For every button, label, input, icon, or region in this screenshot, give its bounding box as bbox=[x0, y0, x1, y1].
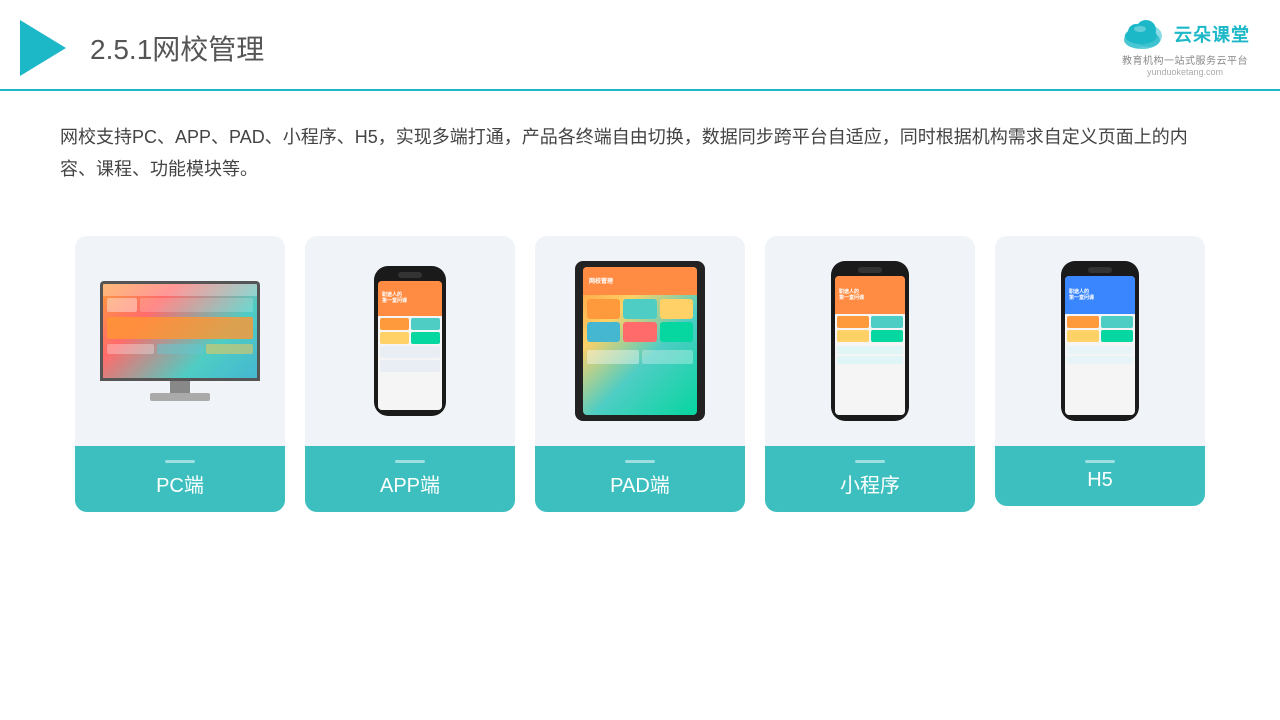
phone-mockup-app: 职途人的第一堂问课 bbox=[374, 266, 446, 416]
phone-screen-h5: 职途人的第一堂问课 bbox=[1065, 276, 1135, 415]
logo-url: yunduoketang.com bbox=[1147, 67, 1223, 77]
phone-notch-h5 bbox=[1088, 267, 1112, 273]
phone-mockup-miniapp: 职途人的第一堂问课 bbox=[831, 261, 909, 421]
header: 2.5.1网校管理 云朵课堂 教育机构一站式服务云平台 yunduoketang… bbox=[0, 0, 1280, 91]
phone-notch bbox=[398, 272, 422, 278]
logo-area: 云朵课堂 教育机构一站式服务云平台 yunduoketang.com bbox=[1120, 18, 1250, 77]
description-content: 网校支持PC、APP、PAD、小程序、H5，实现多端打通，产品各终端自由切换，数… bbox=[60, 121, 1220, 186]
card-pad-label: PAD端 bbox=[535, 446, 745, 512]
card-h5-label: H5 bbox=[995, 446, 1205, 506]
logo-cloud: 云朵课堂 bbox=[1120, 18, 1250, 50]
title-prefix: 2.5.1 bbox=[90, 34, 152, 65]
logo-subtitle: 教育机构一站式服务云平台 bbox=[1122, 52, 1248, 67]
card-miniapp: 职途人的第一堂问课 bbox=[765, 236, 975, 512]
play-icon bbox=[20, 20, 66, 76]
card-h5: 职途人的第一堂问课 bbox=[995, 236, 1205, 506]
cloud-icon bbox=[1120, 18, 1168, 50]
tablet-mockup: 网校管理 bbox=[575, 261, 705, 421]
pc-mockup bbox=[100, 281, 260, 401]
phone-notch-miniapp bbox=[858, 267, 882, 273]
pc-base bbox=[150, 393, 210, 401]
tablet-screen: 网校管理 bbox=[583, 267, 697, 415]
phone-mockup-h5: 职途人的第一堂问课 bbox=[1061, 261, 1139, 421]
description-text: 网校支持PC、APP、PAD、小程序、H5，实现多端打通，产品各终端自由切换，数… bbox=[0, 91, 1280, 206]
pc-neck bbox=[170, 381, 190, 393]
card-app: 职途人的第一堂问课 bbox=[305, 236, 515, 512]
phone-screen-miniapp: 职途人的第一堂问课 bbox=[835, 276, 905, 415]
card-pc: PC端 bbox=[75, 236, 285, 512]
card-miniapp-label: 小程序 bbox=[765, 446, 975, 512]
card-app-label: APP端 bbox=[305, 446, 515, 512]
card-pc-image bbox=[75, 236, 285, 446]
cards-container: PC端 职途人的第一堂问课 bbox=[0, 216, 1280, 532]
phone-screen-app: 职途人的第一堂问课 bbox=[378, 281, 442, 410]
logo-text: 云朵课堂 bbox=[1174, 21, 1250, 47]
card-pad-image: 网校管理 bbox=[535, 236, 745, 446]
card-pc-label: PC端 bbox=[75, 446, 285, 512]
pc-screen bbox=[100, 281, 260, 381]
title-main: 网校管理 bbox=[152, 34, 264, 65]
card-app-image: 职途人的第一堂问课 bbox=[305, 236, 515, 446]
card-h5-image: 职途人的第一堂问课 bbox=[995, 236, 1205, 446]
card-miniapp-image: 职途人的第一堂问课 bbox=[765, 236, 975, 446]
page-title: 2.5.1网校管理 bbox=[90, 28, 264, 68]
card-pad: 网校管理 bbox=[535, 236, 745, 512]
header-left: 2.5.1网校管理 bbox=[20, 20, 264, 76]
